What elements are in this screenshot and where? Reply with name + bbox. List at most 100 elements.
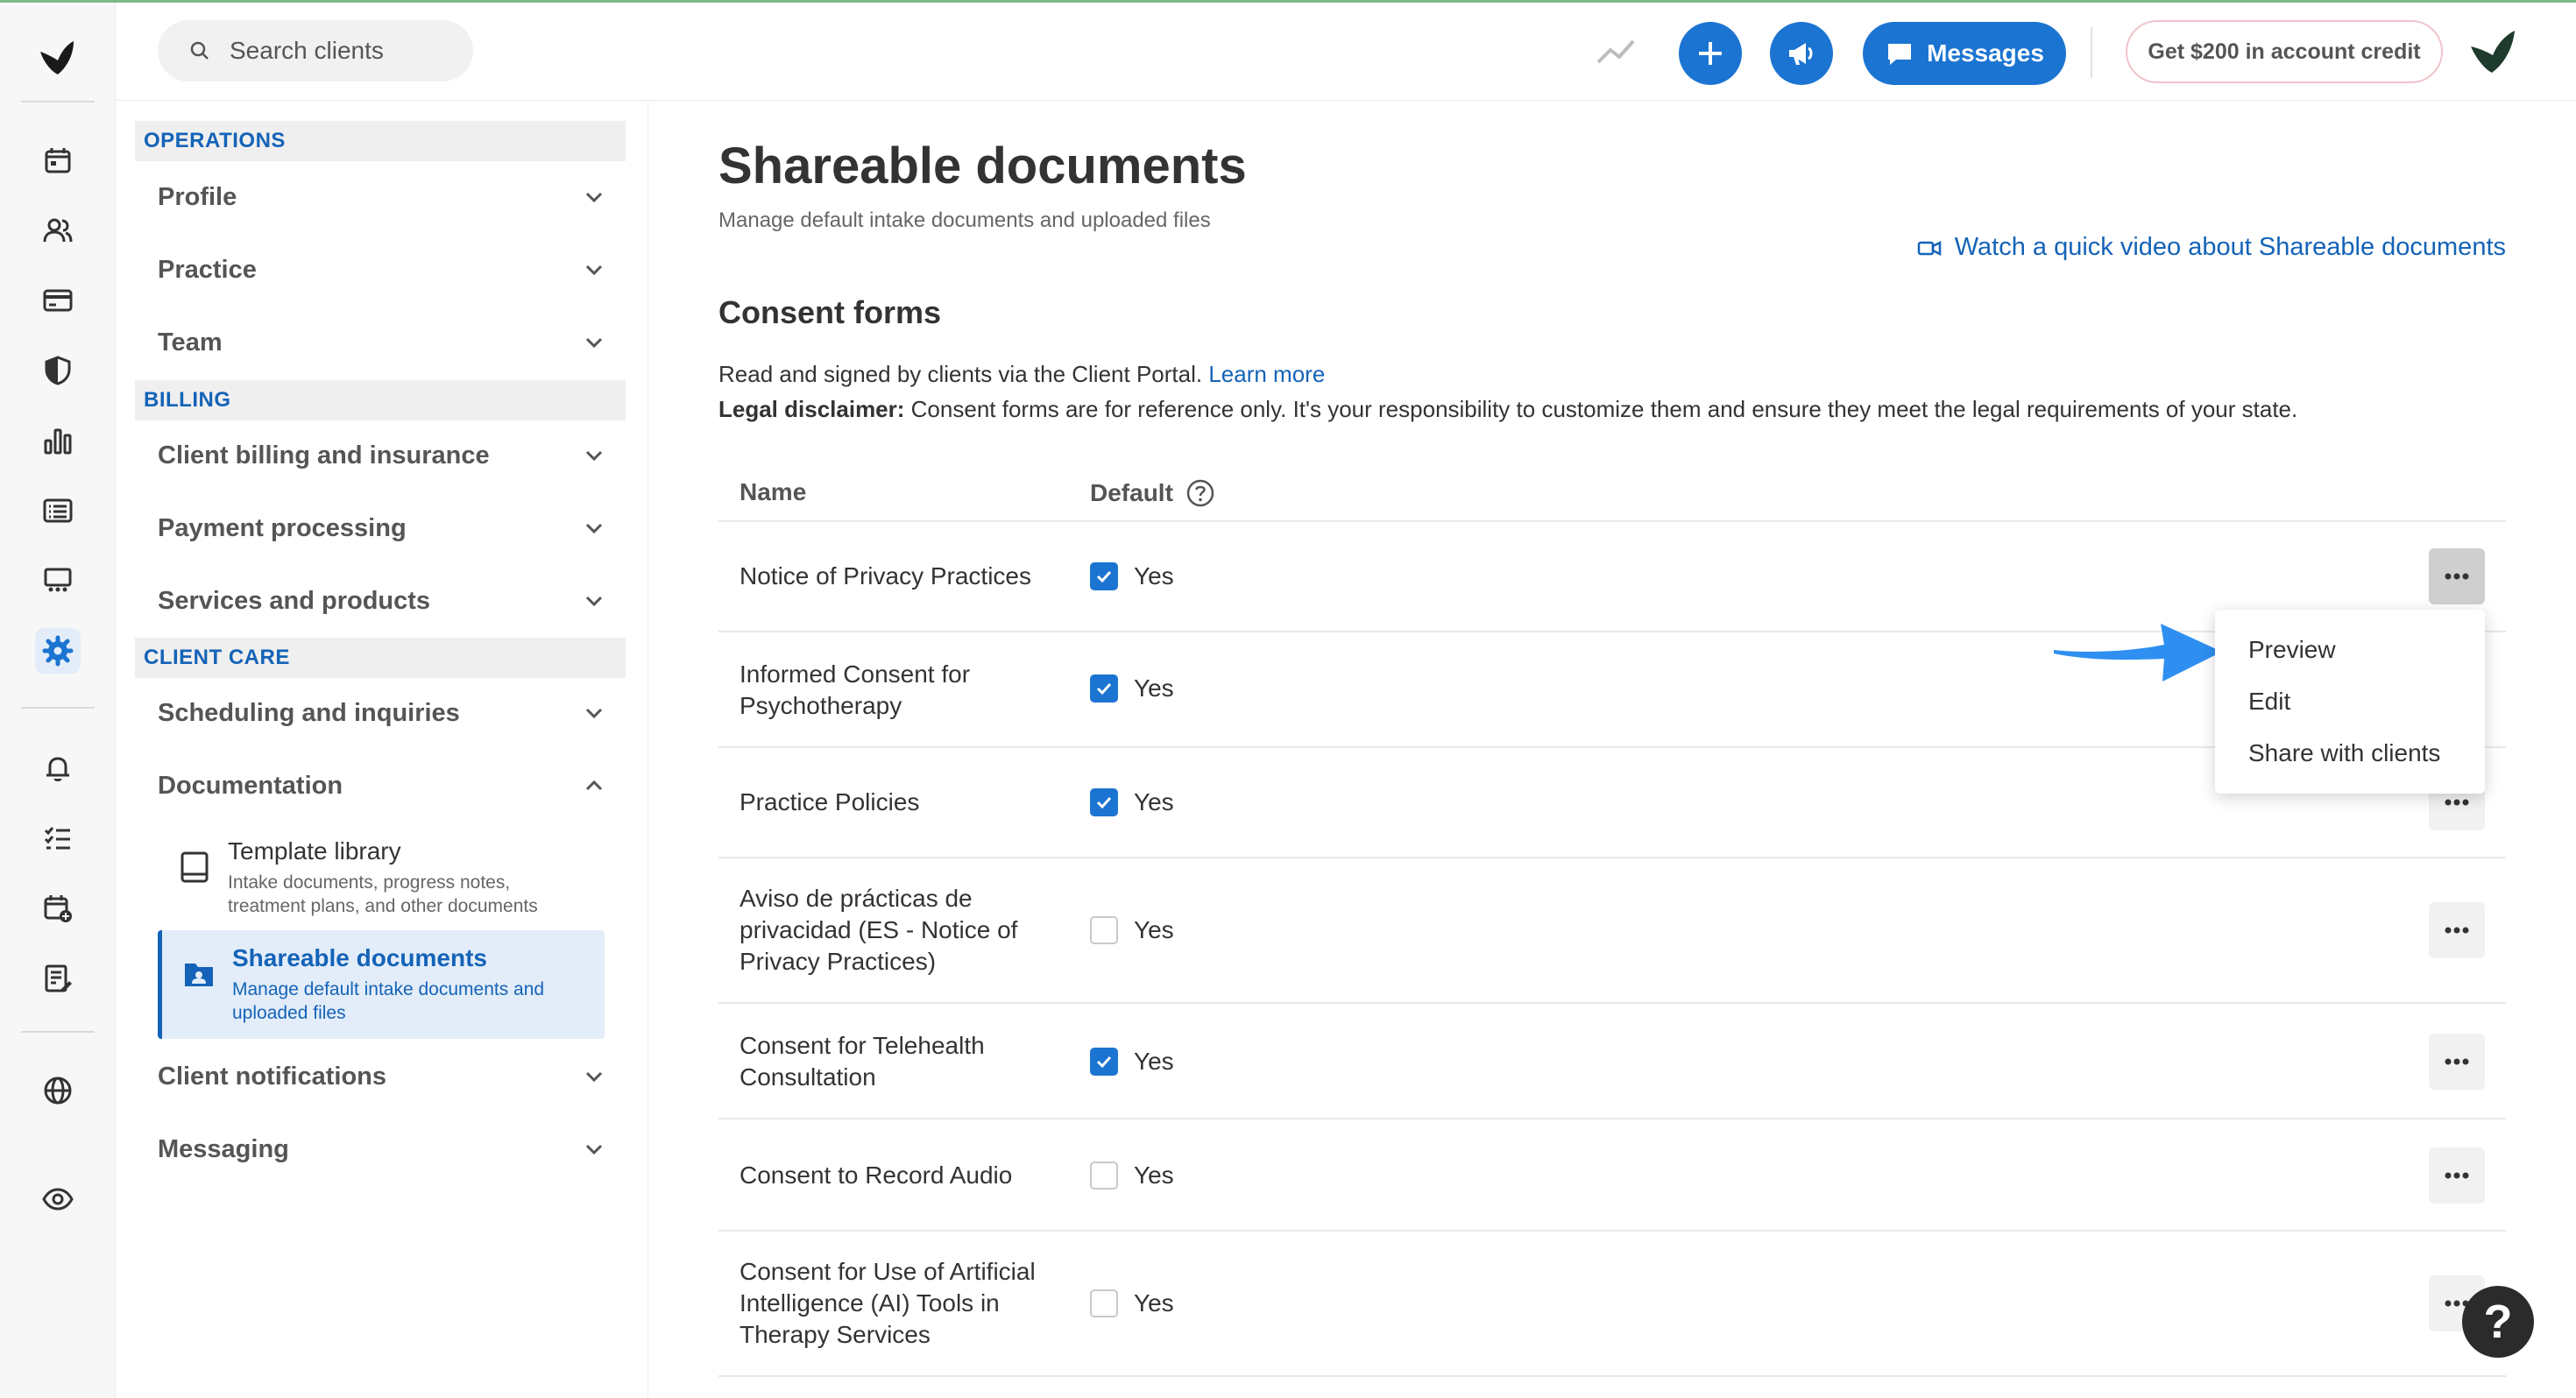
eye-icon[interactable]	[35, 1176, 81, 1222]
globe-icon[interactable]	[35, 1068, 81, 1113]
nav-item-profile[interactable]: Profile	[135, 166, 626, 228]
nav-item-practice[interactable]: Practice	[135, 239, 626, 300]
messages-button[interactable]: Messages	[1863, 22, 2066, 85]
book-icon	[180, 851, 209, 883]
checkbox-unchecked[interactable]	[1090, 1161, 1118, 1190]
nav-item-scheduling[interactable]: Scheduling and inquiries	[135, 682, 626, 744]
section-header-client-care: CLIENT CARE	[135, 638, 626, 678]
telehealth-icon[interactable]	[35, 558, 81, 604]
learn-more-link[interactable]: Learn more	[1208, 361, 1325, 387]
checkbox-checked[interactable]	[1090, 674, 1118, 703]
chevron-down-icon	[585, 337, 603, 349]
sub-item-template-library[interactable]: Template library Intake documents, progr…	[158, 823, 605, 932]
checkbox-unchecked[interactable]	[1090, 916, 1118, 944]
default-checkbox[interactable]: Yes	[1090, 1289, 1174, 1317]
help-circle-icon[interactable]	[1185, 478, 1215, 508]
nav-item-documentation[interactable]: Documentation	[135, 755, 626, 816]
nav-item-team[interactable]: Team	[135, 312, 626, 373]
account-credit-button[interactable]: Get $200 in account credit	[2126, 20, 2443, 83]
topbar-divider	[2091, 27, 2092, 78]
nav-item-payment-processing[interactable]: Payment processing	[135, 498, 626, 559]
nav-item-label: Scheduling and inquiries	[158, 698, 460, 727]
default-checkbox[interactable]: Yes	[1090, 562, 1174, 590]
chevron-down-icon	[585, 1144, 603, 1155]
checkmark-icon	[1096, 1056, 1112, 1069]
chevron-down-icon	[585, 192, 603, 203]
rail-divider	[21, 101, 95, 102]
clients-icon[interactable]	[35, 208, 81, 253]
notifications-bell-icon[interactable]	[35, 745, 81, 791]
yes-label: Yes	[1134, 788, 1174, 816]
annotation-arrow-icon	[2054, 624, 2222, 681]
checkbox-unchecked[interactable]	[1090, 1289, 1118, 1317]
default-checkbox[interactable]: Yes	[1090, 1161, 1174, 1190]
default-checkbox[interactable]: Yes	[1090, 1048, 1174, 1076]
nav-item-label: Client billing and insurance	[158, 441, 490, 470]
checkbox-checked[interactable]	[1090, 1048, 1118, 1076]
checkbox-checked[interactable]	[1090, 562, 1118, 590]
insurance-shield-icon[interactable]	[35, 348, 81, 393]
chevron-up-icon	[585, 780, 603, 791]
nav-item-label: Documentation	[158, 771, 343, 800]
nav-item-services-products[interactable]: Services and products	[135, 570, 626, 632]
announcements-button[interactable]	[1770, 22, 1833, 85]
yes-label: Yes	[1134, 1289, 1174, 1317]
row-name: Consent for Telehealth Consultation	[740, 1032, 985, 1091]
table-divider	[718, 1375, 2506, 1377]
row-name: Practice Policies	[740, 788, 920, 816]
chevron-down-icon	[585, 450, 603, 462]
analytics-bar-icon[interactable]	[35, 418, 81, 463]
row-actions-button[interactable]	[2429, 902, 2485, 958]
document-edit-icon[interactable]	[35, 956, 81, 1001]
sub-item-shareable-documents[interactable]: Shareable documents Manage default intak…	[158, 930, 605, 1039]
settings-gear-icon[interactable]	[35, 628, 81, 674]
row-actions-button[interactable]	[2429, 548, 2485, 604]
yes-label: Yes	[1134, 1048, 1174, 1075]
messages-label: Messages	[1927, 39, 2044, 67]
row-name: Consent for Use of Artificial Intelligen…	[740, 1258, 1036, 1348]
yes-label: Yes	[1134, 1161, 1174, 1189]
video-camera-icon	[1917, 240, 1941, 256]
checkmark-icon	[1096, 796, 1112, 809]
default-checkbox[interactable]: Yes	[1090, 788, 1174, 816]
nav-item-label: Team	[158, 328, 223, 357]
section-header-operations: OPERATIONS	[135, 121, 626, 161]
more-dots-icon	[2445, 799, 2469, 806]
tasks-checklist-icon[interactable]	[35, 816, 81, 861]
billing-card-icon[interactable]	[35, 278, 81, 323]
more-dots-icon	[2445, 927, 2469, 934]
row-actions-button[interactable]	[2429, 1147, 2485, 1204]
app-logo-icon[interactable]	[35, 36, 81, 81]
top-bar: Search clients Messages Get $200 in acco…	[116, 3, 2576, 101]
row-actions-button[interactable]	[2429, 1034, 2485, 1090]
column-header-default-label: Default	[1090, 479, 1173, 506]
disclaimer-text: Consent forms are for reference only. It…	[910, 396, 2298, 422]
menu-item-edit[interactable]: Edit	[2248, 688, 2290, 716]
nav-item-label: Profile	[158, 182, 237, 211]
help-button[interactable]: ?	[2462, 1286, 2534, 1358]
calendar-add-icon[interactable]	[35, 886, 81, 931]
search-input[interactable]: Search clients	[158, 20, 473, 81]
consent-description-text: Read and signed by clients via the Clien…	[718, 361, 1203, 387]
reports-list-icon[interactable]	[35, 488, 81, 533]
calendar-icon[interactable]	[35, 138, 81, 183]
chevron-down-icon	[585, 708, 603, 719]
profile-logo-icon[interactable]	[2466, 25, 2520, 80]
checkbox-checked[interactable]	[1090, 788, 1118, 816]
checkmark-icon	[1096, 682, 1112, 695]
add-button[interactable]	[1679, 22, 1742, 85]
watch-video-link[interactable]: Watch a quick video about Shareable docu…	[1916, 233, 2506, 262]
menu-item-share-with-clients[interactable]: Share with clients	[2248, 739, 2440, 767]
default-checkbox[interactable]: Yes	[1090, 674, 1174, 703]
default-checkbox[interactable]: Yes	[1090, 916, 1174, 944]
trend-icon[interactable]	[1595, 31, 1637, 73]
table-divider	[718, 857, 2506, 858]
nav-item-client-notifications[interactable]: Client notifications	[135, 1046, 626, 1107]
rail-divider	[21, 1031, 95, 1033]
legal-disclaimer: Legal disclaimer: Consent forms are for …	[718, 396, 2297, 423]
nav-item-messaging[interactable]: Messaging	[135, 1119, 626, 1180]
nav-item-client-billing[interactable]: Client billing and insurance	[135, 425, 626, 486]
menu-item-preview[interactable]: Preview	[2248, 636, 2336, 664]
yes-label: Yes	[1134, 562, 1174, 590]
section-title-consent-forms: Consent forms	[718, 294, 942, 330]
